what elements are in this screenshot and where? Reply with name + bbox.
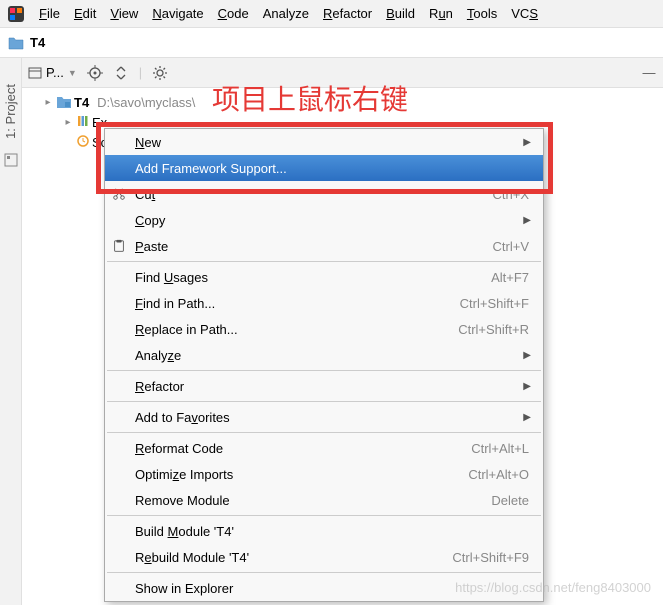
left-rail: 1: Project <box>0 58 22 605</box>
chevron-right-icon[interactable]: ▸ <box>62 117 74 128</box>
ctx-refactor[interactable]: Refactor▶ <box>105 373 543 399</box>
menubar: FileEditViewNavigateCodeAnalyzeRefactorB… <box>0 0 663 28</box>
ctx-item-shortcut: Ctrl+Shift+F <box>460 296 535 311</box>
menu-analyze[interactable]: Analyze <box>256 4 316 23</box>
ctx-build-module-t4[interactable]: Build Module 'T4' <box>105 518 543 544</box>
ctx-new[interactable]: New▶ <box>105 129 543 155</box>
gear-icon[interactable] <box>152 65 168 81</box>
menu-tools[interactable]: Tools <box>460 4 504 23</box>
app-icon <box>8 6 24 22</box>
menu-navigate[interactable]: Navigate <box>145 4 210 23</box>
context-menu: New▶Add Framework Support...CutCtrl+XCop… <box>104 128 544 602</box>
ctx-item-shortcut: Ctrl+Shift+R <box>458 322 535 337</box>
ctx-item-label: Refactor <box>135 379 523 394</box>
ctx-item-label: Analyze <box>135 348 523 363</box>
ctx-paste[interactable]: PasteCtrl+V <box>105 233 543 259</box>
ctx-reformat-code[interactable]: Reformat CodeCtrl+Alt+L <box>105 435 543 461</box>
panel-title[interactable]: P... ▼ <box>28 65 77 80</box>
ctx-item-shortcut: Ctrl+X <box>493 187 535 202</box>
structure-icon[interactable] <box>4 153 18 167</box>
paste-icon <box>111 238 127 254</box>
watermark: https://blog.csdn.net/feng8403000 <box>455 580 651 595</box>
ctx-item-shortcut: Delete <box>491 493 535 508</box>
ctx-item-label: Reformat Code <box>135 441 471 456</box>
ctx-item-label: Build Module 'T4' <box>135 524 535 539</box>
ctx-add-framework-support[interactable]: Add Framework Support... <box>105 155 543 181</box>
expand-icon[interactable] <box>113 65 129 81</box>
menu-vcs[interactable]: VCS <box>504 4 545 23</box>
ctx-item-shortcut: Ctrl+V <box>493 239 535 254</box>
ctx-item-shortcut: Alt+F7 <box>491 270 535 285</box>
ctx-item-label: Cut <box>135 187 493 202</box>
menu-file[interactable]: File <box>32 4 67 23</box>
ctx-remove-module[interactable]: Remove ModuleDelete <box>105 487 543 513</box>
ctx-item-label: Copy <box>135 213 523 228</box>
ctx-item-shortcut: Ctrl+Shift+F9 <box>452 550 535 565</box>
target-icon[interactable] <box>87 65 103 81</box>
context-menu-separator <box>107 572 541 573</box>
ctx-item-label: New <box>135 135 523 150</box>
ctx-item-label: Find Usages <box>135 270 491 285</box>
collapse-icon[interactable]: — <box>641 65 657 81</box>
ctx-replace-in-path[interactable]: Replace in Path...Ctrl+Shift+R <box>105 316 543 342</box>
ctx-item-label: Replace in Path... <box>135 322 458 337</box>
menu-view[interactable]: View <box>103 4 145 23</box>
chevron-right-icon: ▶ <box>523 137 535 148</box>
context-menu-separator <box>107 515 541 516</box>
ctx-find-usages[interactable]: Find UsagesAlt+F7 <box>105 264 543 290</box>
menu-code[interactable]: Code <box>211 4 256 23</box>
ctx-item-label: Add to Favorites <box>135 410 523 425</box>
ctx-copy[interactable]: Copy▶ <box>105 207 543 233</box>
context-menu-separator <box>107 370 541 371</box>
context-menu-separator <box>107 261 541 262</box>
chevron-right-icon: ▶ <box>523 215 535 226</box>
ctx-item-label: Remove Module <box>135 493 491 508</box>
menu-run[interactable]: Run <box>422 4 460 23</box>
context-menu-separator <box>107 401 541 402</box>
context-menu-separator <box>107 432 541 433</box>
rail-project-tab[interactable]: 1: Project <box>1 78 20 145</box>
module-icon <box>56 95 72 109</box>
cut-icon <box>111 186 127 202</box>
menu-build[interactable]: Build <box>379 4 422 23</box>
path-project[interactable]: T4 <box>30 35 45 50</box>
ctx-cut[interactable]: CutCtrl+X <box>105 181 543 207</box>
chevron-right-icon: ▶ <box>523 381 535 392</box>
ctx-optimize-imports[interactable]: Optimize ImportsCtrl+Alt+O <box>105 461 543 487</box>
chevron-right-icon: ▶ <box>523 350 535 361</box>
path-bar: T4 <box>0 28 663 58</box>
ctx-item-label: Add Framework Support... <box>135 161 535 176</box>
ctx-add-to-favorites[interactable]: Add to Favorites▶ <box>105 404 543 430</box>
menu-edit[interactable]: Edit <box>67 4 103 23</box>
ctx-item-shortcut: Ctrl+Alt+L <box>471 441 535 456</box>
folder-icon <box>8 36 24 50</box>
ctx-analyze[interactable]: Analyze▶ <box>105 342 543 368</box>
ctx-item-shortcut: Ctrl+Alt+O <box>468 467 535 482</box>
scratch-icon <box>76 134 90 151</box>
chevron-down-icon[interactable]: ▸ <box>42 97 54 108</box>
ctx-item-label: Paste <box>135 239 493 254</box>
lib-icon <box>76 114 90 131</box>
chevron-right-icon: ▶ <box>523 412 535 423</box>
menu-refactor[interactable]: Refactor <box>316 4 379 23</box>
ctx-item-label: Find in Path... <box>135 296 460 311</box>
ctx-item-label: Rebuild Module 'T4' <box>135 550 452 565</box>
ctx-find-in-path[interactable]: Find in Path...Ctrl+Shift+F <box>105 290 543 316</box>
annotation-text: 项目上鼠标右键 <box>212 78 408 118</box>
ctx-item-label: Optimize Imports <box>135 467 468 482</box>
ctx-rebuild-module-t4[interactable]: Rebuild Module 'T4'Ctrl+Shift+F9 <box>105 544 543 570</box>
